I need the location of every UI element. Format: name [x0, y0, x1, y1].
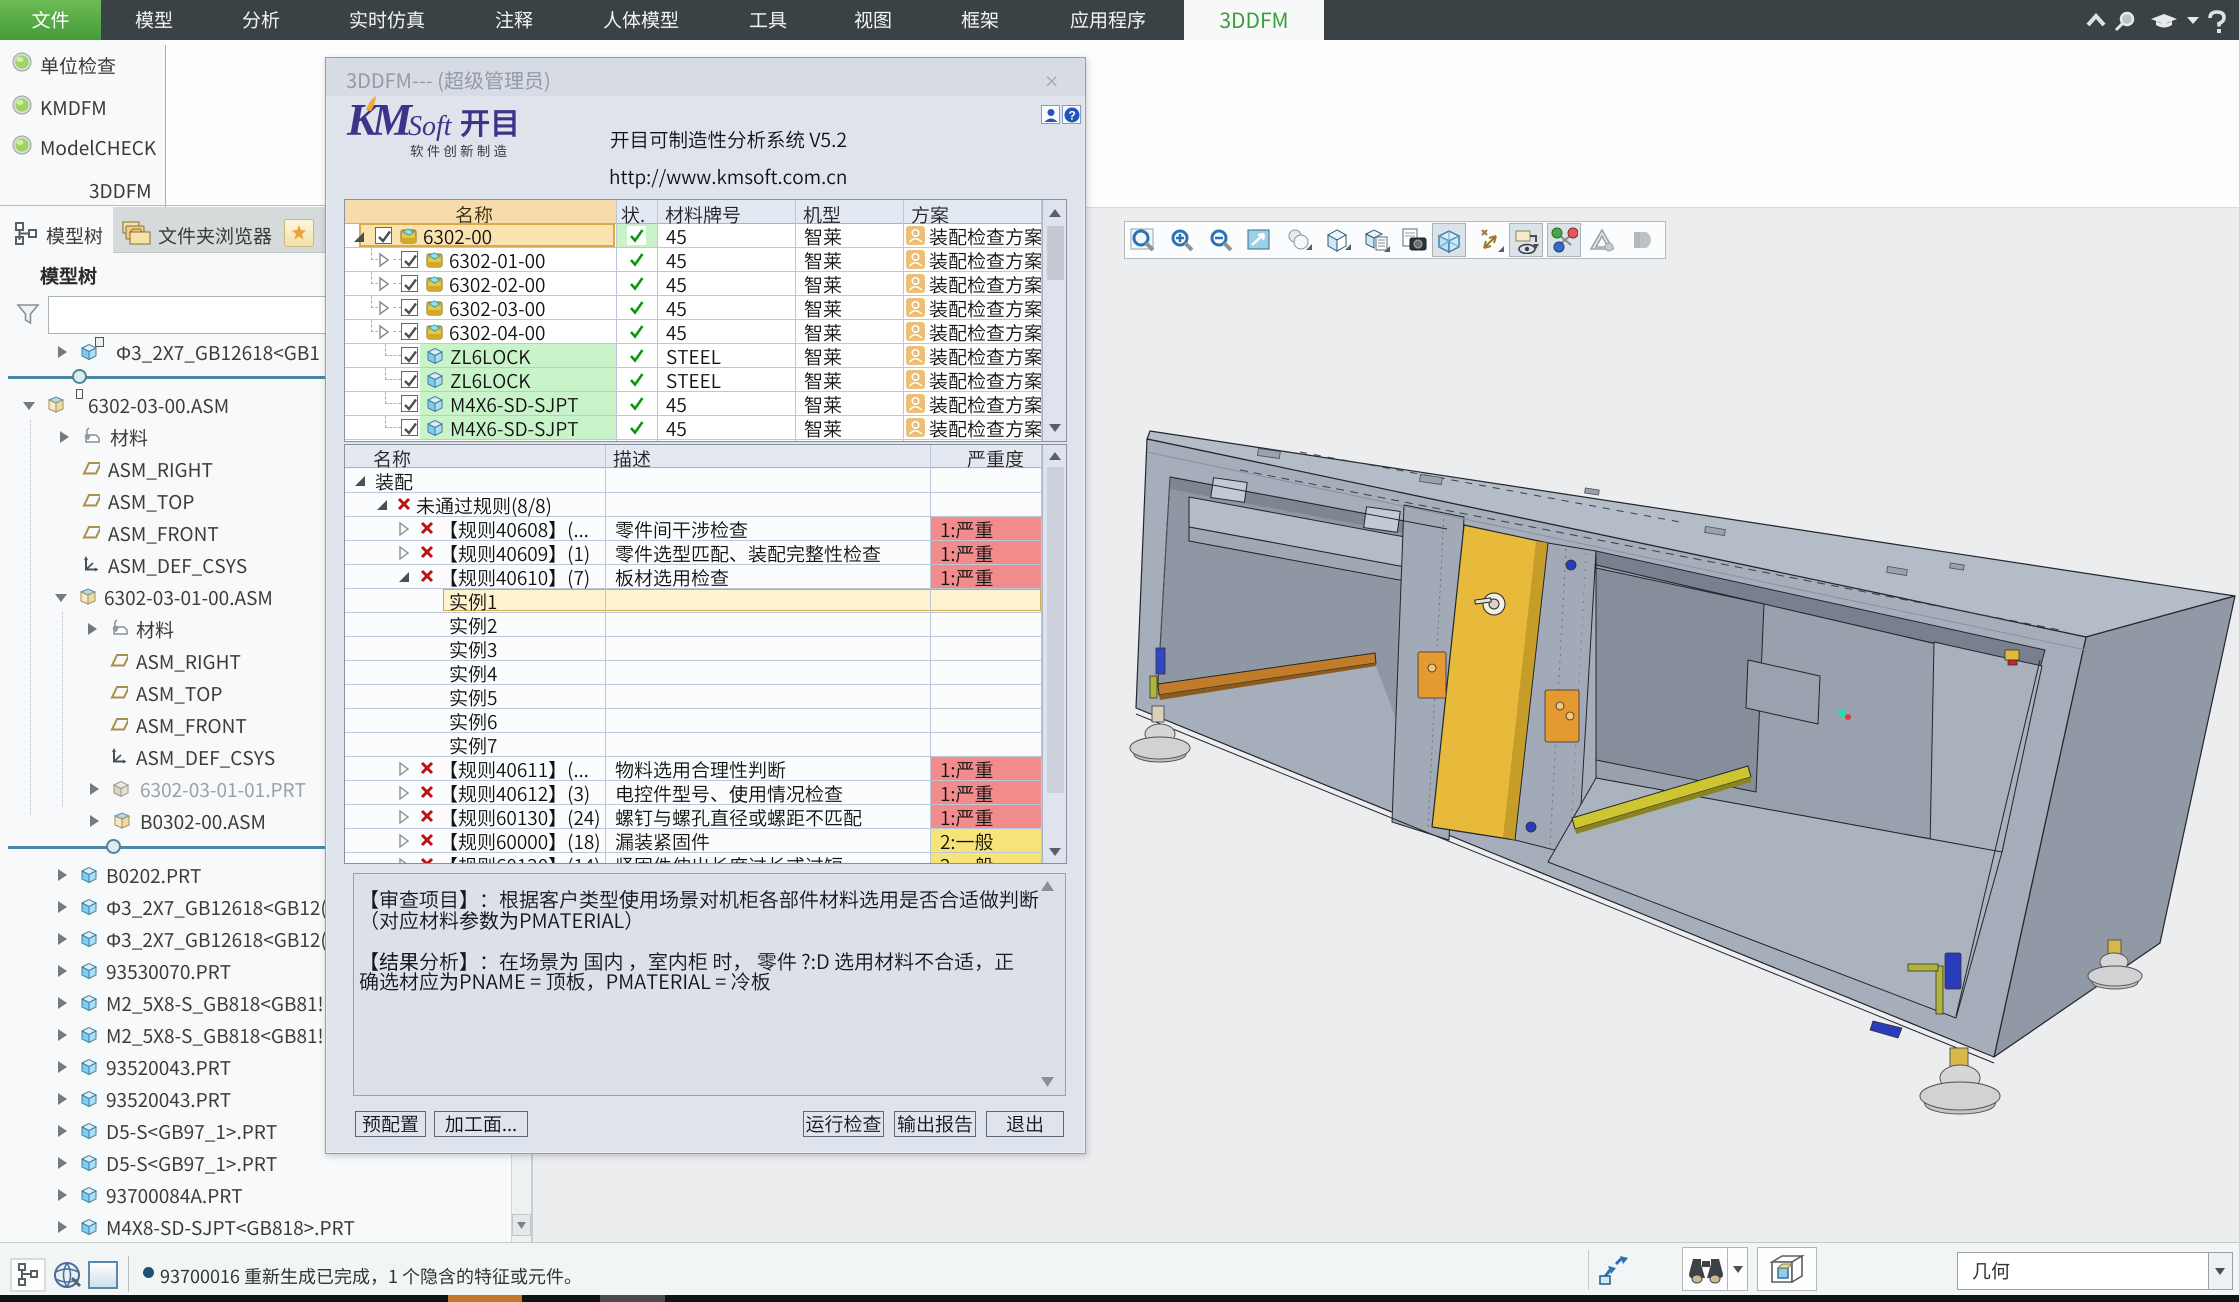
svg-text:Soft: Soft: [408, 111, 453, 142]
svg-text:?: ?: [1069, 109, 1076, 123]
svg-text:KM: KM: [346, 96, 414, 145]
svg-text:开目: 开目: [460, 99, 520, 143]
svg-text:软件创新制造: 软件创新制造: [410, 140, 510, 160]
